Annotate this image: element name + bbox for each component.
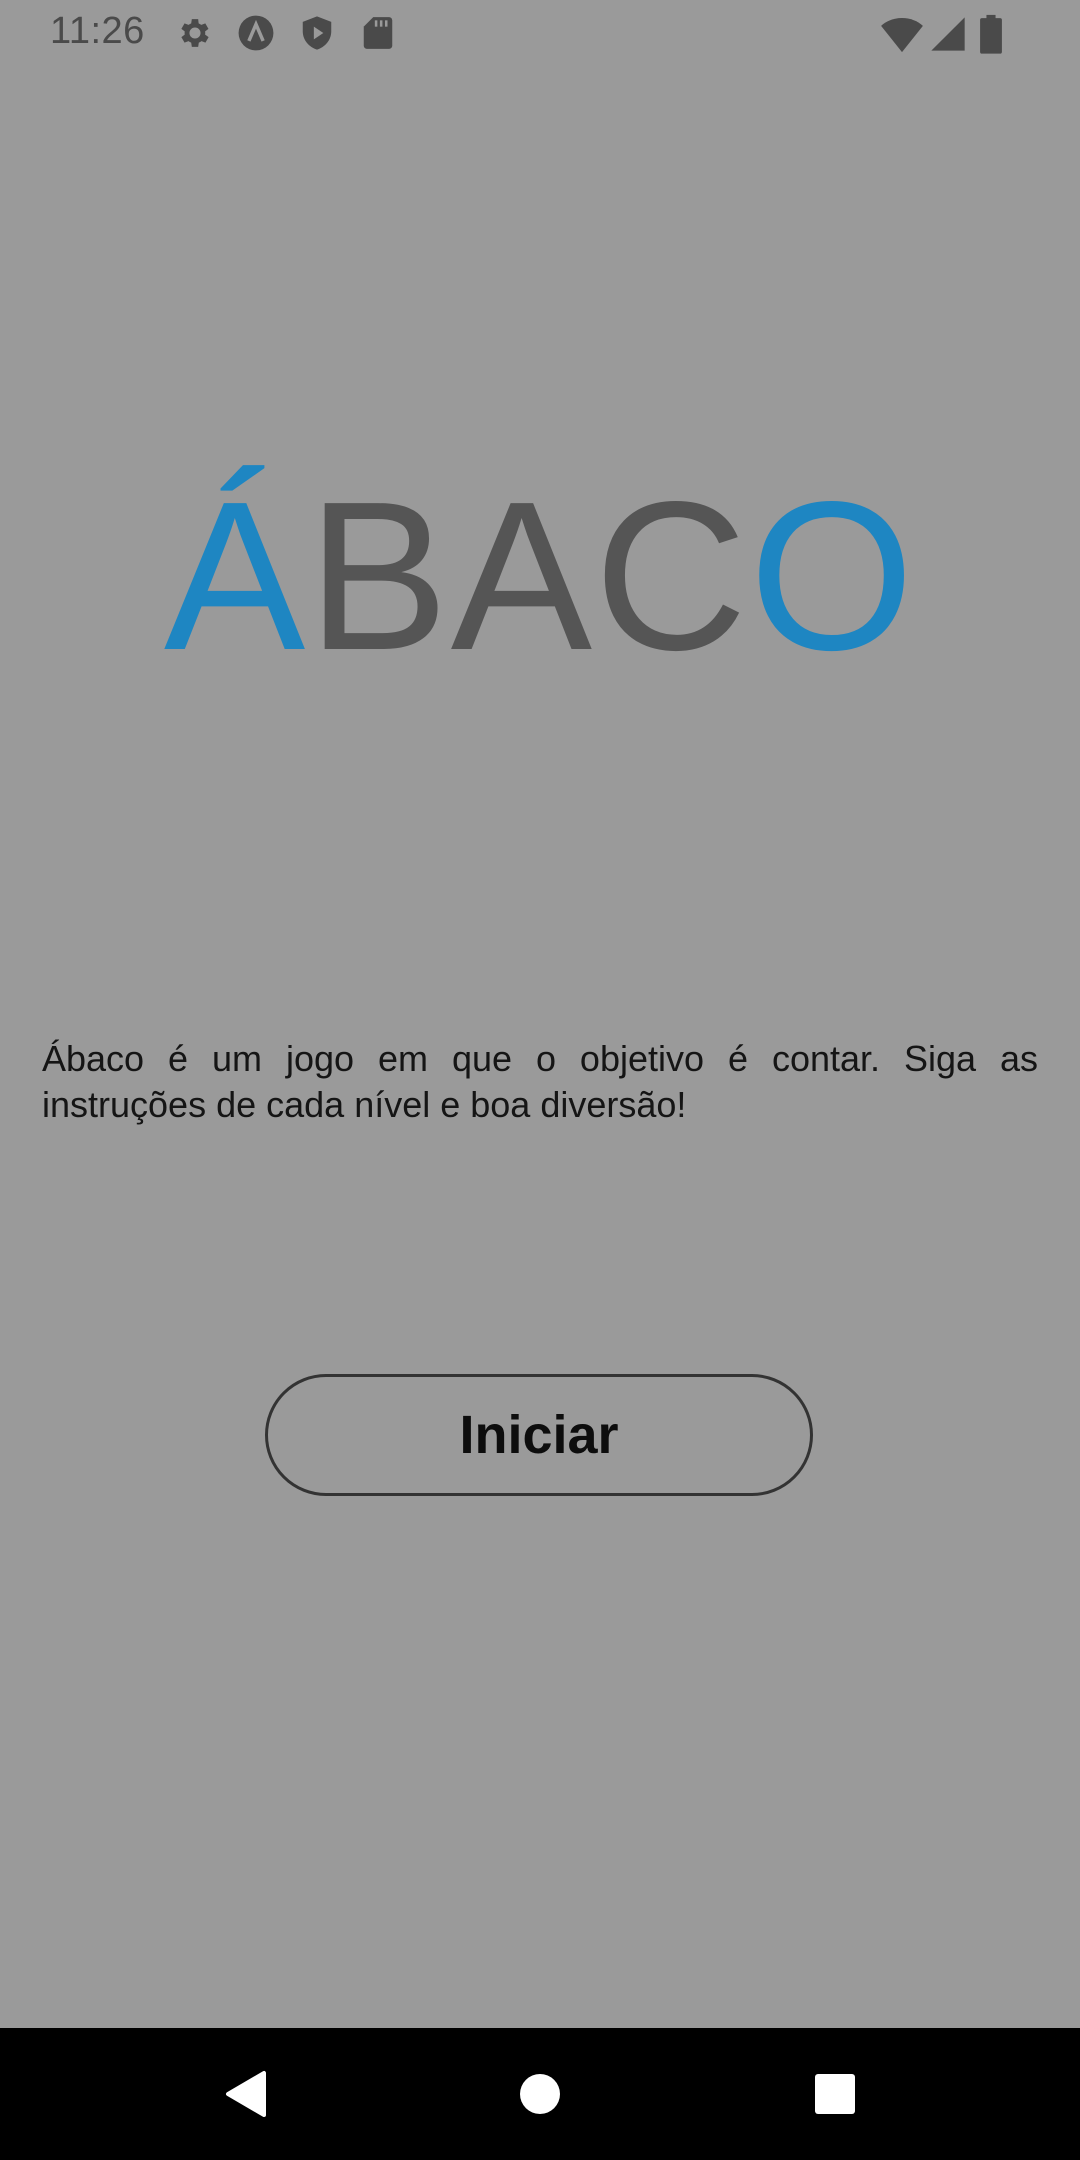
title-middle: BAC <box>307 457 750 694</box>
a-badge-icon <box>237 14 275 52</box>
start-button-label: Iniciar <box>459 1405 619 1465</box>
start-button[interactable]: Iniciar <box>265 1374 813 1496</box>
home-icon[interactable] <box>470 2028 610 2160</box>
battery-icon <box>978 14 1004 54</box>
play-shield-icon <box>298 14 336 52</box>
navigation-bar <box>0 2028 1080 2160</box>
settings-icon <box>176 14 214 52</box>
app-screen: 11:26 ÁBACO Ábaco é um jogo em que o obj… <box>0 0 1080 2160</box>
back-icon[interactable] <box>175 2028 315 2160</box>
wifi-icon <box>880 14 924 54</box>
app-title: ÁBACO <box>0 470 1080 682</box>
sd-card-icon <box>359 14 397 52</box>
game-description: Ábaco é um jogo em que o objetivo é cont… <box>42 1038 1038 1125</box>
cell-signal-icon <box>928 14 968 54</box>
title-last-letter: O <box>749 457 917 694</box>
recents-icon[interactable] <box>765 2028 905 2160</box>
status-time: 11:26 <box>50 10 145 52</box>
title-first-letter: Á <box>163 457 308 694</box>
status-bar: 11:26 <box>0 0 1080 66</box>
